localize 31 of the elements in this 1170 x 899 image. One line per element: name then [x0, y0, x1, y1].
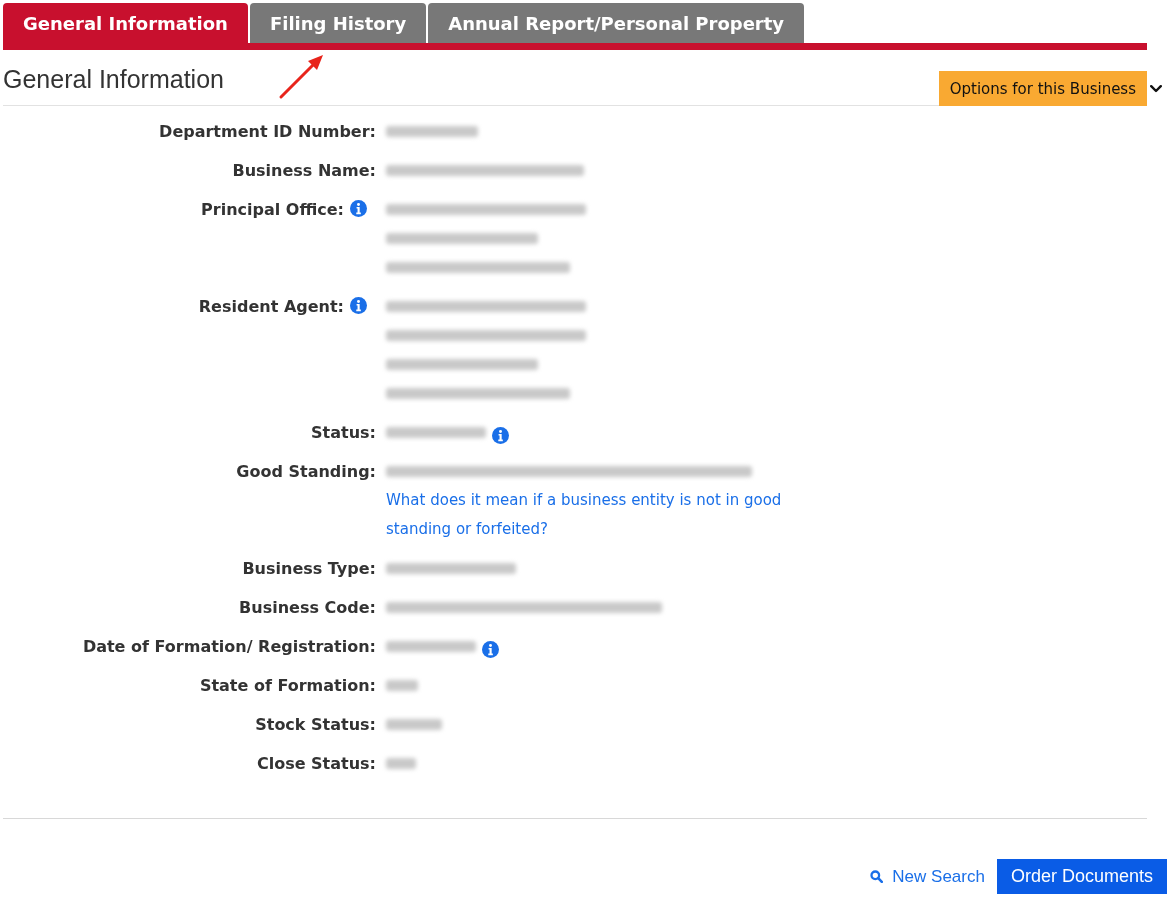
field-label: Resident Agent: [198, 296, 344, 318]
chevron-down-icon[interactable] [1150, 84, 1162, 93]
field-label: Good Standing: [236, 461, 376, 483]
field-label: Department ID Number: [159, 121, 376, 143]
field-label: Business Type: [242, 558, 376, 580]
info-icon[interactable] [482, 640, 499, 658]
field-label: State of Formation: [199, 675, 376, 697]
field-label: Date of Formation/ Registration: [82, 636, 376, 658]
info-icon[interactable] [350, 200, 367, 217]
info-icon[interactable] [492, 426, 509, 444]
tab[interactable]: Annual Report/Personal Property [428, 3, 805, 43]
order-documents-button[interactable]: Order Documents [996, 859, 1167, 894]
field-label: Status: [311, 422, 376, 444]
blurred-value [386, 680, 418, 691]
field-label: Principal Office: [201, 199, 344, 221]
field-label: Stock Status: [255, 714, 376, 736]
field-label: Close Status: [256, 753, 376, 775]
search-icon [870, 870, 884, 883]
options-button[interactable]: Options for this Business [938, 71, 1147, 106]
new-search-label: New Search [892, 866, 985, 887]
new-search-link[interactable]: New Search [870, 866, 985, 887]
section-heading: General Information [3, 65, 224, 94]
blurred-value [386, 758, 416, 769]
field-label: Business Name: [232, 160, 376, 182]
good-standing-help-link[interactable]: What does it mean if a business entity is not in good standing or forfeited? [386, 486, 826, 544]
tab[interactable]: General Information [3, 3, 248, 43]
blurred-value [386, 719, 442, 730]
info-icon[interactable] [350, 297, 367, 314]
annotation-arrow [277, 53, 325, 101]
tab[interactable]: Filing History [249, 3, 427, 43]
field-label: Business Code: [239, 597, 376, 619]
